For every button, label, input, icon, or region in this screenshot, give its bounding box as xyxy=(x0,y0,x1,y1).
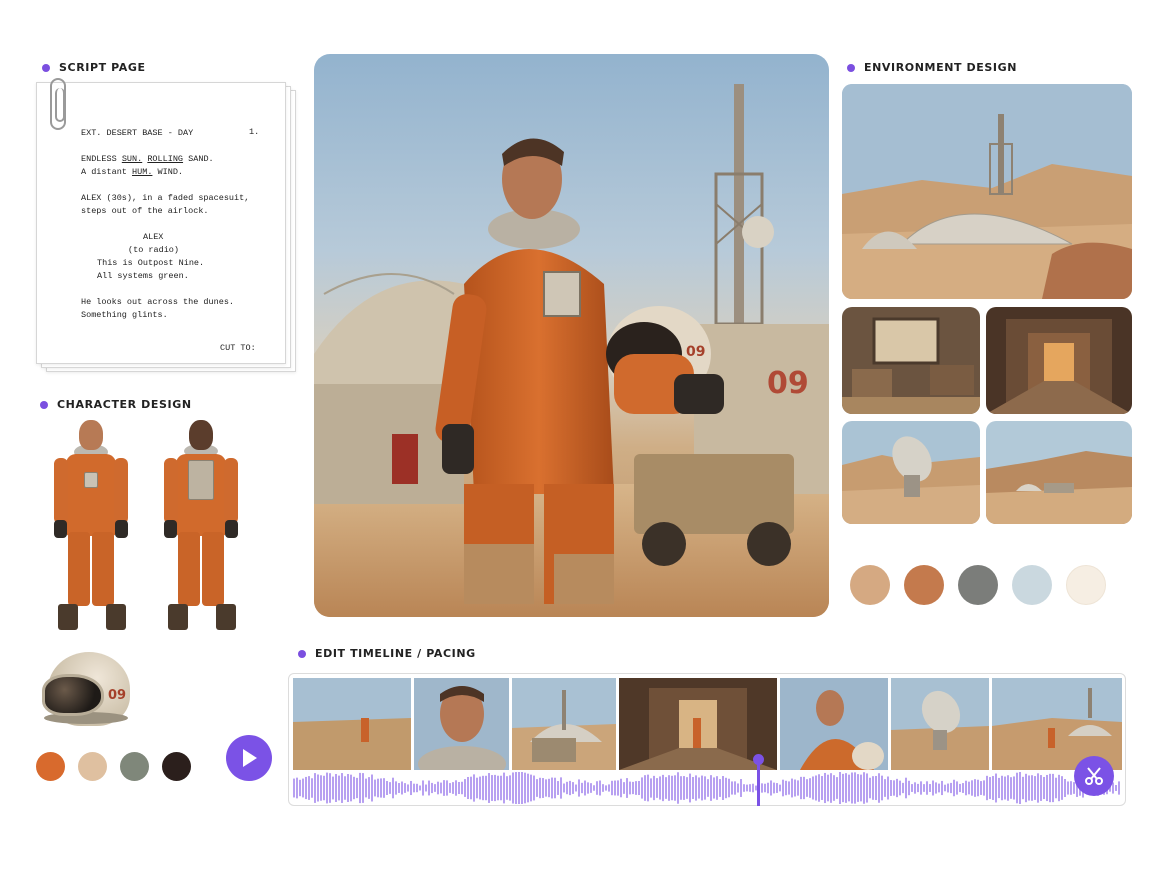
section-dot xyxy=(847,63,855,72)
action-line: ALEX (30s), in a faded spacesuit, xyxy=(81,193,250,203)
scene-number: 1. xyxy=(249,127,260,137)
dialogue-line: This is Outpost Nine. xyxy=(97,258,205,268)
action-line: He looks out across the dunes. xyxy=(81,297,235,307)
timeline-clip[interactable] xyxy=(414,678,509,770)
hero-helmet-number: 09 xyxy=(686,344,706,360)
audio-waveform xyxy=(293,772,1120,804)
character-back-view[interactable] xyxy=(160,418,242,632)
cut-button[interactable] xyxy=(1074,756,1114,796)
character-design-heading: CHARACTER DESIGN xyxy=(40,398,192,411)
script-page-label: SCRIPT PAGE xyxy=(59,61,146,74)
color-swatch[interactable] xyxy=(1012,565,1052,605)
action-line: steps out of the airlock. xyxy=(81,206,209,216)
section-dot xyxy=(298,649,306,658)
timeline-clip[interactable] xyxy=(780,678,888,770)
timeline-clip[interactable] xyxy=(992,678,1122,770)
action-line: A distant HUM. WIND. xyxy=(81,167,184,177)
timeline-clip[interactable] xyxy=(293,678,411,770)
play-button[interactable] xyxy=(226,735,272,781)
chest-panel xyxy=(84,472,98,488)
script-text: EXT. DESERT BASE - DAY ENDLESS SUN. ROLL… xyxy=(81,127,281,322)
color-swatch[interactable] xyxy=(958,565,998,605)
script-page-heading: SCRIPT PAGE xyxy=(42,61,146,74)
environment-wide-shot[interactable] xyxy=(842,84,1132,299)
color-swatch[interactable] xyxy=(36,752,65,781)
parenthetical: (to radio) xyxy=(128,245,180,255)
color-swatch[interactable] xyxy=(162,752,191,781)
edit-timeline-label: EDIT TIMELINE / PACING xyxy=(315,647,476,660)
color-swatch[interactable] xyxy=(904,565,944,605)
action-line: Something glints. xyxy=(81,310,168,320)
paperclip-icon xyxy=(50,78,66,130)
script-page[interactable]: EXT. DESERT BASE - DAY ENDLESS SUN. ROLL… xyxy=(34,78,298,372)
helmet-number: 09 xyxy=(108,688,127,703)
backpack xyxy=(188,460,214,500)
color-swatch[interactable] xyxy=(120,752,149,781)
edit-timeline[interactable] xyxy=(288,673,1126,806)
scissors-icon xyxy=(1085,767,1103,785)
timeline-clip[interactable] xyxy=(891,678,989,770)
play-icon xyxy=(243,749,257,767)
playhead[interactable] xyxy=(752,754,764,806)
color-swatch[interactable] xyxy=(1066,565,1106,605)
character-palette xyxy=(36,752,191,781)
section-dot xyxy=(42,63,50,72)
timeline-clips xyxy=(293,678,1122,770)
character-cue: ALEX xyxy=(143,232,164,242)
character-front-view[interactable] xyxy=(50,418,132,632)
color-swatch[interactable] xyxy=(78,752,107,781)
script-sheet-front: EXT. DESERT BASE - DAY ENDLESS SUN. ROLL… xyxy=(36,82,286,364)
character-design-label: CHARACTER DESIGN xyxy=(57,398,192,411)
environment-distant-base[interactable] xyxy=(986,421,1132,524)
helmet-prop-image[interactable]: 09 xyxy=(40,652,130,732)
dialogue-line: All systems green. xyxy=(97,271,189,281)
timeline-clip[interactable] xyxy=(512,678,616,770)
environment-palette xyxy=(850,565,1106,605)
section-dot xyxy=(40,400,48,409)
environment-interior-room[interactable] xyxy=(842,307,980,414)
environment-corridor[interactable] xyxy=(986,307,1132,414)
transition: CUT TO: xyxy=(220,343,256,353)
action-line: ENDLESS SUN. ROLLING SAND. xyxy=(81,154,214,164)
environment-design-label: ENVIRONMENT DESIGN xyxy=(864,61,1018,74)
hero-shot-image[interactable]: 09 09 xyxy=(314,54,829,617)
environment-design-heading: ENVIRONMENT DESIGN xyxy=(847,61,1017,74)
edit-timeline-heading: EDIT TIMELINE / PACING xyxy=(298,647,476,660)
color-swatch[interactable] xyxy=(850,565,890,605)
environment-satellite-dish[interactable] xyxy=(842,421,980,524)
hero-tower-number: 09 xyxy=(767,366,809,401)
